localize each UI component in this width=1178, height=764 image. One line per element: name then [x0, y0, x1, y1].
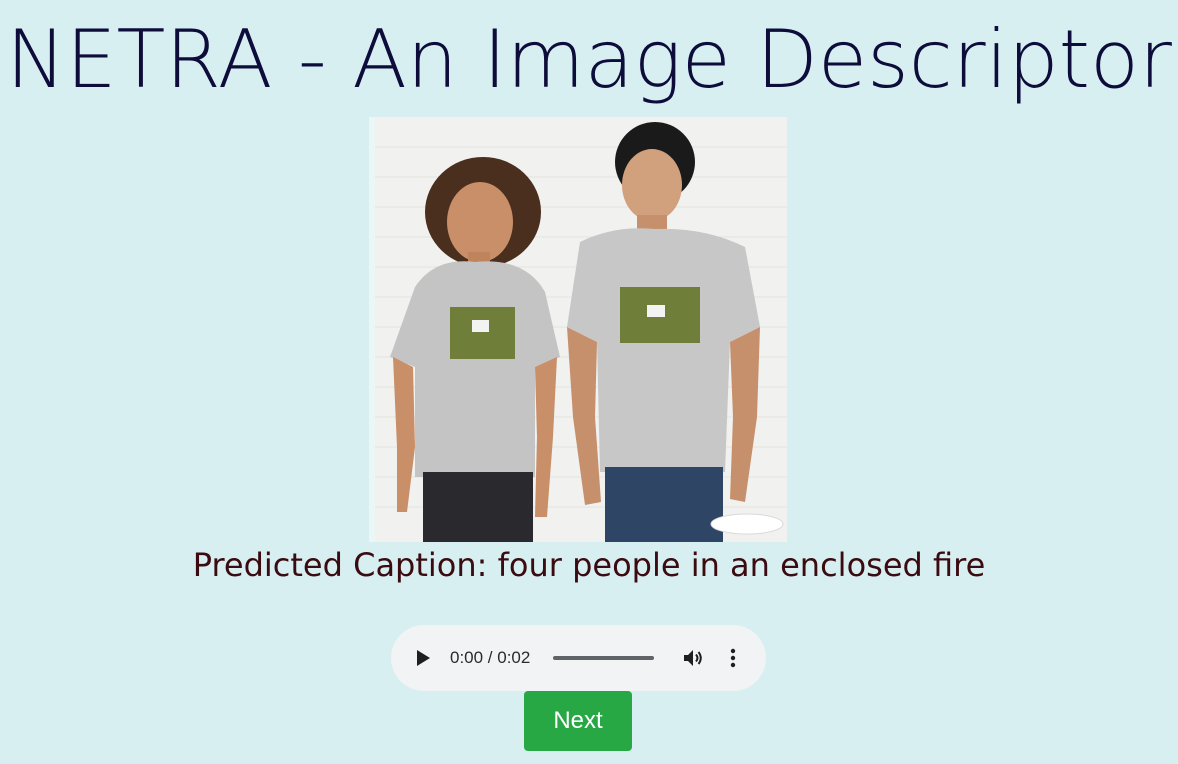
uploaded-image [369, 117, 787, 542]
page: NETRA - An Image Descriptor Predicted Ca… [0, 0, 1178, 764]
predicted-caption: Predicted Caption: four people in an enc… [192, 546, 986, 584]
volume-icon[interactable] [681, 646, 705, 670]
audio-time: 0:00 / 0:02 [450, 648, 531, 667]
photo-illustration [375, 117, 787, 542]
next-button[interactable]: Next [524, 691, 632, 751]
audio-player[interactable]: 0:00 / 0:02 [391, 625, 766, 691]
play-icon[interactable] [417, 650, 430, 666]
more-vert-icon[interactable] [724, 646, 742, 670]
audio-progress-track[interactable] [553, 656, 654, 660]
page-title: NETRA - An Image Descriptor [6, 13, 1172, 106]
